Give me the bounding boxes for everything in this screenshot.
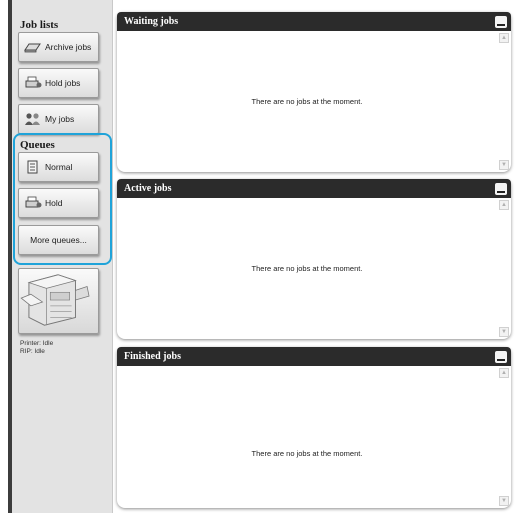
scroll-down-icon[interactable]: ▼ — [499, 327, 509, 337]
waiting-jobs-header: Waiting jobs — [117, 12, 511, 31]
active-jobs-title: Active jobs — [124, 183, 172, 194]
my-jobs-label: My jobs — [45, 114, 75, 124]
finished-jobs-title: Finished jobs — [124, 351, 181, 362]
printer-button[interactable] — [18, 268, 99, 334]
active-jobs-list: There are no jobs at the moment. ▲ ▼ — [117, 198, 511, 339]
active-jobs-panel: Active jobs There are no jobs at the mom… — [117, 179, 511, 339]
finished-jobs-header: Finished jobs — [117, 347, 511, 366]
finished-jobs-panel: Finished jobs There are no jobs at the m… — [117, 347, 511, 508]
minimize-icon[interactable] — [495, 350, 507, 363]
printer-hold-icon — [25, 196, 42, 208]
hold-queue-label: Hold — [45, 198, 63, 208]
hold-jobs-button[interactable]: Hold jobs — [18, 68, 99, 98]
waiting-jobs-list: There are no jobs at the moment. ▲ ▼ — [117, 31, 511, 172]
normal-queue-label: Normal — [45, 162, 73, 172]
scroll-down-icon[interactable]: ▼ — [499, 160, 509, 170]
archive-jobs-label: Archive jobs — [45, 42, 92, 52]
hold-queue-button[interactable]: Hold — [18, 188, 99, 218]
hold-jobs-label: Hold jobs — [45, 78, 81, 88]
minimize-icon[interactable] — [495, 182, 507, 195]
stack-icon — [27, 160, 38, 174]
finished-jobs-list: There are no jobs at the moment. ▲ ▼ — [117, 366, 511, 508]
scroll-up-icon[interactable]: ▲ — [499, 368, 509, 378]
active-empty-message: There are no jobs at the moment. — [251, 264, 363, 273]
archive-jobs-button[interactable]: Archive jobs — [18, 32, 99, 62]
printer-machine-icon — [20, 274, 90, 326]
more-queues-button[interactable]: More queues... — [18, 225, 99, 255]
rip-status: RIP: Idle — [20, 348, 45, 355]
finished-empty-message: There are no jobs at the moment. — [251, 449, 363, 458]
printer-status: Printer: Idle — [20, 340, 54, 347]
waiting-jobs-title: Waiting jobs — [124, 16, 179, 27]
waiting-scrollbar[interactable]: ▲ ▼ — [498, 33, 510, 170]
normal-queue-button[interactable]: Normal — [18, 152, 99, 182]
finished-scrollbar[interactable]: ▲ ▼ — [498, 368, 510, 506]
active-scrollbar[interactable]: ▲ ▼ — [498, 200, 510, 337]
job-lists-title: Job lists — [20, 19, 59, 31]
users-icon — [25, 113, 40, 125]
archive-icon — [24, 43, 41, 53]
scroll-up-icon[interactable]: ▲ — [499, 33, 509, 43]
sidebar: Job lists Archive jobs Hold jobs My jobs… — [12, 0, 113, 513]
scroll-down-icon[interactable]: ▼ — [499, 496, 509, 506]
my-jobs-button[interactable]: My jobs — [18, 104, 99, 134]
queues-title: Queues — [20, 139, 55, 151]
active-jobs-header: Active jobs — [117, 179, 511, 198]
more-queues-label: More queues... — [30, 235, 87, 245]
printer-hold-icon — [25, 76, 42, 88]
minimize-icon[interactable] — [495, 15, 507, 28]
waiting-jobs-panel: Waiting jobs There are no jobs at the mo… — [117, 12, 511, 172]
scroll-up-icon[interactable]: ▲ — [499, 200, 509, 210]
waiting-empty-message: There are no jobs at the moment. — [251, 97, 363, 106]
